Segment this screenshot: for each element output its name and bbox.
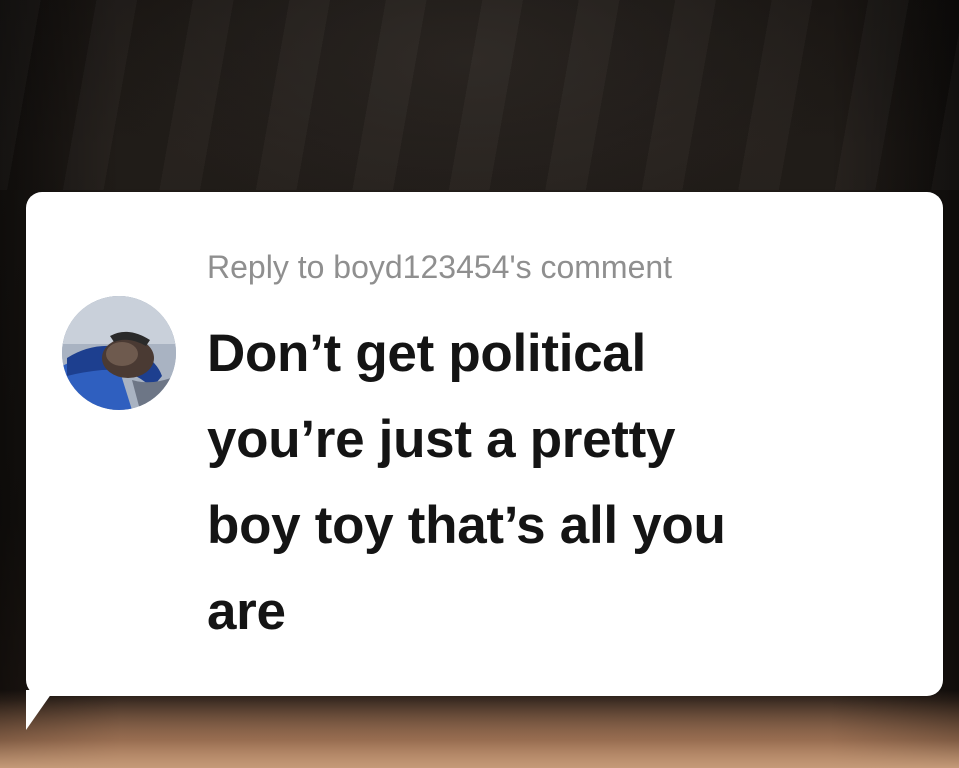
comment-text-line: you’re just a pretty [207, 410, 676, 469]
speech-bubble-tail [26, 690, 54, 730]
comment-text-line: are [207, 582, 286, 641]
background-floor [0, 690, 959, 768]
commenter-avatar[interactable] [62, 296, 176, 410]
comment-text: Don’t get political you’re just a pretty… [207, 311, 907, 655]
avatar-photo-icon [62, 296, 176, 410]
reply-header: Reply to boyd123454's comment [207, 249, 673, 285]
background-fabric [0, 0, 959, 190]
comment-text-line: boy toy that’s all you [207, 496, 726, 555]
comment-text-line: Don’t get political [207, 324, 646, 383]
